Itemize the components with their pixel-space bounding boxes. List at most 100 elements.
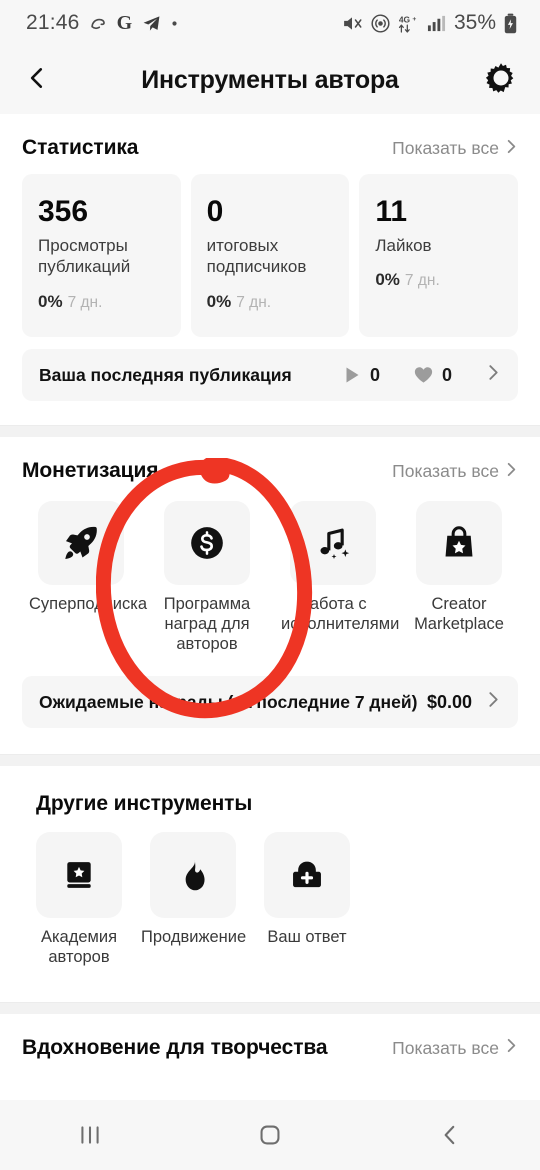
last-post-plays-value: 0 <box>369 364 380 385</box>
signal-bars-icon <box>427 14 446 33</box>
tile-label: Creator Marketplace <box>414 595 504 633</box>
chevron-right-icon <box>505 1038 518 1058</box>
music-note-sparkle-icon <box>313 523 353 563</box>
tile-icon-box <box>290 501 376 585</box>
inspiration-section: Вдохновение для творчества Показать все <box>0 1013 540 1066</box>
status-bar-right: 4G + 35% <box>341 11 518 35</box>
expected-rewards-label: Ожидаемые награды (за последние 7 дней) <box>39 691 418 712</box>
stat-label: Просмотры публикаций <box>38 235 131 277</box>
statistics-show-all[interactable]: Показать все <box>392 138 518 159</box>
inspiration-show-all[interactable]: Показать все <box>392 1038 518 1059</box>
status-bar: 21:46 G 4G + 35% <box>0 0 540 46</box>
monetization-header: Монетизация Показать все <box>0 437 540 489</box>
statistics-show-all-label: Показать все <box>392 138 499 158</box>
stat-card[interactable]: 11 Лайков 0% 7 дн. <box>359 174 519 337</box>
hotspot-icon <box>370 13 391 34</box>
google-g-icon: G <box>116 11 133 34</box>
svg-text:+: + <box>412 15 416 22</box>
tile-promotion[interactable]: Продвижение <box>141 832 246 968</box>
section-divider <box>0 1001 540 1014</box>
stat-delta: 0% 7 дн. <box>207 292 334 312</box>
other-tools-section: Другие инструменты Академия авторов Прод… <box>0 766 540 1002</box>
tile-supersubscription[interactable]: Суперподписка <box>22 501 147 654</box>
svg-text:4G: 4G <box>399 14 411 24</box>
battery-charging-icon <box>503 13 518 34</box>
tile-label: Продвижение <box>141 928 247 947</box>
battery-percent: 35% <box>453 11 496 34</box>
dollar-coin-icon <box>187 523 227 563</box>
stat-label: итоговых подписчиков <box>206 235 307 277</box>
last-post-likes: 0 <box>414 365 452 386</box>
book-star-icon <box>61 857 97 893</box>
other-tools-title: Другие инструменты <box>36 792 253 816</box>
section-divider <box>0 754 540 767</box>
dot-icon <box>171 20 178 27</box>
stat-value: 0 <box>206 195 224 228</box>
back-button[interactable] <box>24 63 50 98</box>
tile-creator-rewards-program[interactable]: Программа наград для авторов <box>148 501 266 654</box>
stat-delta-period: 7 дн. <box>404 272 440 290</box>
other-tools-tiles: Академия авторов Продвижение Ваш ответ <box>0 820 540 972</box>
tile-icon-box <box>264 832 350 919</box>
tile-icon-box <box>38 501 124 585</box>
home-button[interactable] <box>210 1100 330 1170</box>
last-post-row[interactable]: Ваша последняя публикация 0 0 <box>22 349 518 401</box>
chevron-right-icon <box>486 691 501 713</box>
tile-icon-box <box>164 501 250 585</box>
app-bar: Инструменты автора <box>0 46 540 114</box>
last-post-label: Ваша последняя публикация <box>39 364 292 385</box>
tile-creator-marketplace[interactable]: Creator Marketplace <box>400 501 518 654</box>
shopping-bag-star-icon <box>440 524 478 562</box>
stat-delta-period: 7 дн. <box>67 293 103 311</box>
last-post-likes-value: 0 <box>441 364 452 385</box>
gear-icon[interactable] <box>484 61 518 100</box>
tile-icon-box <box>36 832 122 919</box>
chevron-right-icon <box>505 462 518 482</box>
other-tools-header: Другие инструменты <box>0 766 540 820</box>
monetization-show-all-label: Показать все <box>392 461 499 481</box>
4g-plus-icon: 4G + <box>398 13 420 34</box>
inspiration-show-all-label: Показать все <box>392 1037 499 1058</box>
rocket-icon <box>61 523 101 563</box>
statistics-section: Статистика Показать все 356 Просмотры пу… <box>0 114 540 425</box>
tile-label: Ваш ответ <box>267 928 347 947</box>
monetization-title: Монетизация <box>22 459 159 482</box>
tile-creator-academy[interactable]: Академия авторов <box>36 832 122 968</box>
section-divider <box>0 425 540 437</box>
stat-value: 11 <box>375 195 408 228</box>
tile-icon-box <box>416 501 502 585</box>
last-post-plays: 0 <box>344 365 380 386</box>
tile-work-with-artists[interactable]: Работа с исполнителями <box>274 501 400 654</box>
stat-card[interactable]: 356 Просмотры публикаций 0% 7 дн. <box>22 174 181 337</box>
monetization-tiles: Суперподписка Программа наград для автор… <box>0 489 540 658</box>
status-bar-left: 21:46 G <box>26 11 178 35</box>
back-button[interactable] <box>390 1100 510 1170</box>
stat-delta-value: 0% <box>206 291 232 311</box>
recents-button[interactable] <box>30 1100 150 1170</box>
expected-rewards-value: $0.00 <box>426 691 472 712</box>
mute-icon <box>341 13 363 34</box>
tile-label: Программа наград для авторов <box>163 595 251 653</box>
stat-card[interactable]: 0 итоговых подписчиков 0% 7 дн. <box>190 174 350 337</box>
tile-your-answer[interactable]: Ваш ответ <box>264 832 350 968</box>
status-time: 21:46 <box>26 11 80 34</box>
shield-plus-icon <box>289 857 325 893</box>
statistics-cards: 356 Просмотры публикаций 0% 7 дн. 0 итого… <box>0 166 540 337</box>
stat-label: Лайков <box>375 235 432 255</box>
monetization-show-all[interactable]: Показать все <box>392 461 518 482</box>
stat-value: 356 <box>38 195 89 228</box>
expected-rewards-row[interactable]: Ожидаемые награды (за последние 7 дней) … <box>22 676 518 729</box>
tile-icon-box <box>150 832 236 919</box>
inspiration-header: Вдохновение для творчества Показать все <box>0 1014 540 1066</box>
android-nav-bar <box>0 1100 540 1170</box>
chevron-right-icon <box>505 139 518 159</box>
tile-label: Академия авторов <box>40 928 118 967</box>
heart-icon <box>414 366 433 384</box>
tile-label: Работа с исполнителями <box>281 595 400 633</box>
stat-delta-period: 7 дн. <box>236 293 272 311</box>
inspiration-title: Вдохновение для творчества <box>22 1035 328 1059</box>
opera-glyph-icon <box>89 14 108 33</box>
statistics-header: Статистика Показать все <box>0 114 540 166</box>
tile-label: Суперподписка <box>29 595 147 613</box>
stat-delta: 0% 7 дн. <box>375 270 502 290</box>
